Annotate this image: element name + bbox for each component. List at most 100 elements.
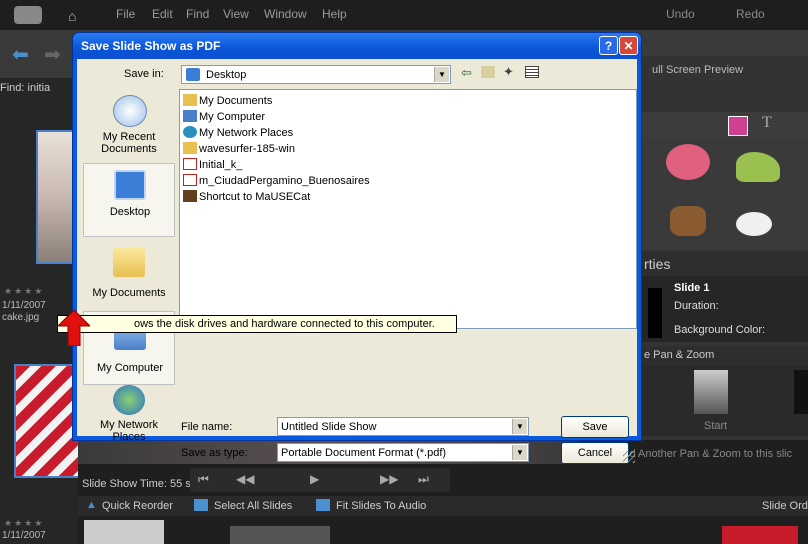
file-label: My Computer [199,111,266,123]
storyboard-thumb-2[interactable] [230,526,330,544]
graphics-icon[interactable] [728,116,748,136]
properties-header: rties [640,252,808,276]
pdf-file-icon [183,174,197,186]
close-button[interactable]: ✕ [619,36,638,55]
fit-audio-button[interactable]: Fit Slides To Audio [336,500,426,512]
start-label: Start [704,420,728,432]
menu-window[interactable]: Window [264,7,307,21]
save-as-type-value: Portable Document Format (*.pdf) [281,447,447,459]
rabbit-clipart[interactable] [736,212,772,236]
save-button[interactable]: Save [561,416,629,438]
select-all-button[interactable]: Select All Slides [214,500,292,512]
save-as-type-combo[interactable]: Portable Document Format (*.pdf) ▼ [277,443,529,462]
dialog-titlebar[interactable]: Save Slide Show as PDF ? ✕ [73,33,641,59]
file-item-initial-k[interactable]: Initial_k_ [183,158,242,174]
menu-view[interactable]: View [223,7,249,21]
thumbnail-filename: cake.jpg [2,312,40,323]
save-in-label: Save in: [124,68,164,80]
thumbnail-date-2: 1/11/2007 [2,530,46,541]
storyboard-toolbar: ▲ Quick Reorder Select All Slides Fit Sl… [78,496,808,516]
play-icon[interactable]: ▶ [310,472,319,486]
menu-file[interactable]: File [116,7,135,21]
pdf-file-icon [183,158,197,170]
recent-documents-icon [113,95,147,127]
folder-icon [183,142,197,154]
select-all-icon[interactable] [194,499,208,511]
place-label: Desktop [109,206,151,218]
file-label: m_CiudadPergamino_Buenosaires [199,175,370,187]
back-arrow-icon[interactable]: ⬅ [12,42,29,67]
file-label: My Network Places [199,127,294,139]
quick-reorder-button[interactable]: Quick Reorder [102,500,173,512]
last-slide-icon[interactable]: ⏭ [418,472,429,487]
storyboard-thumb-3[interactable] [722,526,798,544]
next-slide-icon[interactable]: ▶▶ [380,472,398,486]
duration-label: Duration: [674,300,719,312]
forward-arrow-icon[interactable]: ➡ [44,42,61,67]
first-slide-icon[interactable]: ⏮ [198,472,209,487]
pig-clipart[interactable] [666,144,710,180]
place-my-network-places[interactable]: My Network Places [83,385,175,459]
places-bar: My Recent Documents Desktop My Documents… [83,89,175,443]
transport-controls: ⏮ ◀◀ ▶ ▶▶ ⏭ [190,468,450,492]
file-item-my-computer[interactable]: My Computer [183,110,265,126]
file-item-shortcut-mausecat[interactable]: Shortcut to MaUSECat [183,190,310,206]
help-button[interactable]: ? [599,36,618,55]
save-as-type-label: Save as type: [181,447,248,459]
file-name-combo[interactable]: Untitled Slide Show ▼ [277,417,529,436]
menu-edit[interactable]: Edit [152,7,173,21]
pan-zoom-start-thumb[interactable] [694,370,728,414]
file-item-ciudad-pergamino[interactable]: m_CiudadPergamino_Buenosaires [183,174,370,190]
full-screen-preview-link[interactable]: ull Screen Preview [652,64,743,76]
menu-help[interactable]: Help [322,7,347,21]
redo-button[interactable]: Redo [736,7,765,21]
chevron-down-icon[interactable]: ▼ [434,67,449,82]
slide-label: Slide 1 [674,282,710,294]
pan-zoom-end-thumb[interactable] [794,370,808,414]
file-list[interactable]: My Documents My Computer My Network Plac… [179,89,637,329]
storyboard-thumb-1[interactable] [84,520,164,544]
file-item-my-network-places[interactable]: My Network Places [183,126,293,142]
place-my-documents[interactable]: My Documents [83,237,175,311]
undo-button[interactable]: Undo [666,7,695,21]
find-bar: Find: initia [0,82,51,94]
chevron-down-icon[interactable]: ▼ [512,419,527,434]
file-name-value: Untitled Slide Show [281,421,377,433]
my-documents-icon [113,247,145,277]
rating-stars-2[interactable]: ★★★★ [4,518,44,529]
cancel-button[interactable]: Cancel [561,442,629,464]
save-in-value: Desktop [206,69,247,81]
view-menu-icon[interactable] [525,66,539,78]
home-icon[interactable]: ⌂ [68,8,76,24]
thumbnail-candy[interactable] [14,364,80,478]
place-label: My Recent Documents [101,131,157,155]
add-pan-zoom-link[interactable]: Add Another Pan & Zoom to this slic [616,448,792,460]
save-pdf-dialog: Save Slide Show as PDF ? ✕ Save in: Desk… [73,33,641,464]
menu-find[interactable]: Find [186,7,209,21]
clipart-gallery [640,140,808,250]
rating-stars[interactable]: ★★★★ [4,286,44,297]
file-item-wavesurfer[interactable]: wavesurfer-185-win [183,142,295,158]
file-item-my-documents[interactable]: My Documents [183,94,272,110]
place-desktop[interactable]: Desktop [83,163,175,237]
slide-show-time: Slide Show Time: 55 sec [82,478,203,490]
fit-audio-icon[interactable] [316,499,330,511]
thumbnail-date: 1/11/2007 [2,300,46,311]
quick-reorder-icon[interactable]: ▲ [86,499,97,511]
up-folder-icon[interactable] [481,66,495,78]
back-icon[interactable]: ⇦ [461,65,472,81]
new-folder-icon[interactable]: ✦ [503,64,514,80]
save-in-combo[interactable]: Desktop ▼ [181,65,451,84]
place-my-recent-documents[interactable]: My Recent Documents [83,91,175,165]
chevron-down-icon[interactable]: ▼ [512,445,527,460]
dinosaur-clipart[interactable] [736,152,780,182]
previous-slide-icon[interactable]: ◀◀ [236,472,254,486]
text-tool-icon[interactable]: T [762,114,772,132]
pan-zoom-body: Start [640,366,808,436]
app-logo-icon[interactable] [14,6,42,24]
desktop-place-icon [114,170,146,200]
deer-clipart[interactable] [670,206,706,236]
resize-grip[interactable] [623,451,635,463]
my-computer-tooltip: ows the disk drives and hardware connect… [57,315,457,333]
slide-swatch [648,288,662,338]
